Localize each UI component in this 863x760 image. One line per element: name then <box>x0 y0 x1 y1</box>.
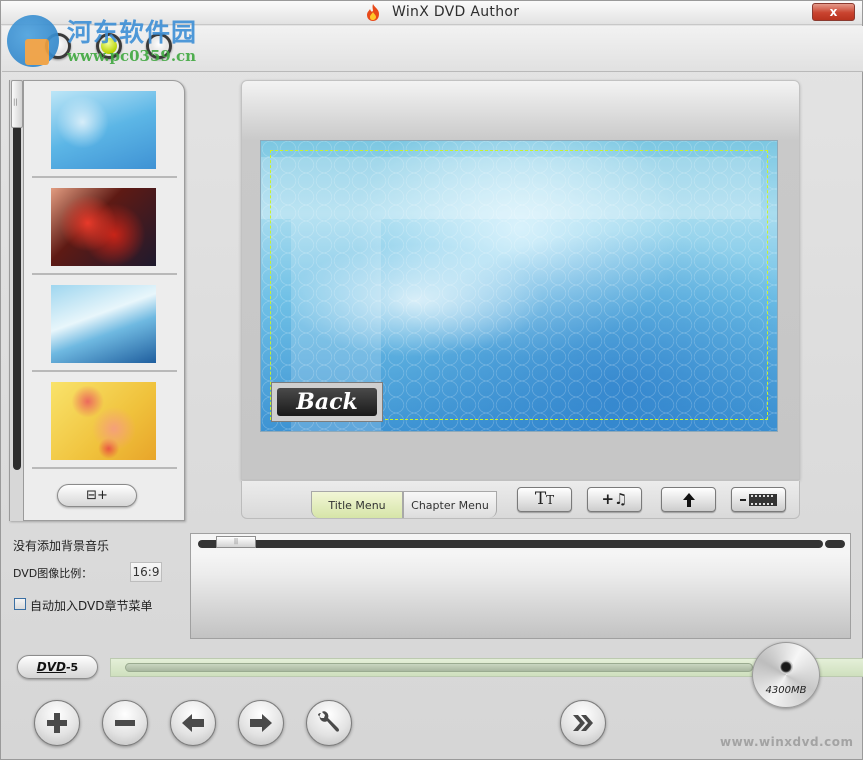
close-icon: x <box>829 5 838 19</box>
minus-icon <box>115 720 135 726</box>
upload-image-button[interactable] <box>661 487 716 512</box>
close-button[interactable]: x <box>812 3 855 21</box>
text-icon: TT <box>534 489 555 509</box>
watermark-site-url: www.pc0359.cn <box>67 47 197 65</box>
add-menu-icon: ⊟+ <box>86 488 108 503</box>
template-thumbnail <box>51 188 156 266</box>
wrench-icon <box>318 711 339 732</box>
disc-type-suffix: -5 <box>65 661 79 674</box>
safe-area-guide <box>270 150 768 420</box>
tab-title-menu[interactable]: Title Menu <box>311 491 403 518</box>
disc-capacity-indicator: 4300MB <box>752 642 820 708</box>
app-window: WinX DVD Author x 河东软件园 www.pc0359.cn ⊟+ <box>0 0 863 760</box>
move-down-button[interactable] <box>238 700 284 746</box>
auto-chapter-menu-checkbox[interactable] <box>14 598 26 610</box>
template-item-red-flowers[interactable] <box>32 179 177 275</box>
template-thumbnail <box>51 382 156 460</box>
template-item-blue-sparkle[interactable] <box>32 82 177 178</box>
timeline-scroll-thumb[interactable]: || <box>216 536 256 548</box>
menu-back-button[interactable]: Back <box>277 388 377 416</box>
move-up-button[interactable] <box>170 700 216 746</box>
scrollbar-track[interactable] <box>13 125 21 470</box>
disc-capacity-label: 4300MB <box>765 685 807 696</box>
timeline-scroll-track[interactable] <box>198 540 823 548</box>
auto-chapter-menu-label[interactable]: 自动加入DVD章节菜单 <box>30 597 152 614</box>
menu-preview-canvas[interactable]: Back <box>260 140 778 432</box>
disc-icon <box>779 660 793 674</box>
template-list-scrollbar[interactable] <box>9 80 24 521</box>
remove-title-button[interactable] <box>102 700 148 746</box>
remove-chapter-button[interactable] <box>731 487 786 512</box>
remove-film-icon <box>739 494 777 506</box>
watermark-logo-icon <box>7 15 59 67</box>
scrollbar-thumb[interactable] <box>11 80 23 128</box>
disc-type-button[interactable]: DVD-5 <box>17 655 98 679</box>
template-thumbnail <box>51 285 156 363</box>
timeline-scroll-end <box>825 540 845 548</box>
video-timeline: || <box>190 533 851 639</box>
next-step-button[interactable] <box>560 700 606 746</box>
brand-url[interactable]: www.winxdvd.com <box>720 735 853 749</box>
flame-logo-icon <box>367 4 379 21</box>
back-button-selection[interactable]: Back <box>271 382 383 422</box>
upload-icon <box>682 493 695 507</box>
add-music-button[interactable]: +♫ <box>587 487 642 512</box>
add-music-icon: +♫ <box>601 490 628 508</box>
add-title-button[interactable] <box>34 700 80 746</box>
dvd-logo-icon: DVD <box>36 660 66 674</box>
aspect-ratio-label: DVD图像比例： <box>13 567 93 580</box>
next-icon <box>573 715 593 731</box>
arrow-left-icon <box>182 714 204 732</box>
background-music-status: 没有添加背景音乐 <box>13 539 110 553</box>
arrow-right-icon <box>250 714 272 732</box>
add-text-button[interactable]: TT <box>517 487 572 512</box>
disc-capacity-fill <box>125 663 753 672</box>
watermark-site-name: 河东软件园 <box>67 18 198 47</box>
disc-capacity-bar <box>110 658 863 677</box>
add-menu-button[interactable]: ⊟+ <box>57 484 137 507</box>
template-item-yellow-roses[interactable] <box>32 373 177 469</box>
plus-icon <box>47 713 67 733</box>
tab-chapter-menu[interactable]: Chapter Menu <box>403 491 497 518</box>
aspect-ratio-select[interactable]: 16:9 <box>130 562 162 582</box>
template-item-blue-wave[interactable] <box>32 276 177 372</box>
window-title: WinX DVD Author <box>392 4 520 20</box>
settings-button[interactable] <box>306 700 352 746</box>
template-thumbnail <box>51 91 156 169</box>
